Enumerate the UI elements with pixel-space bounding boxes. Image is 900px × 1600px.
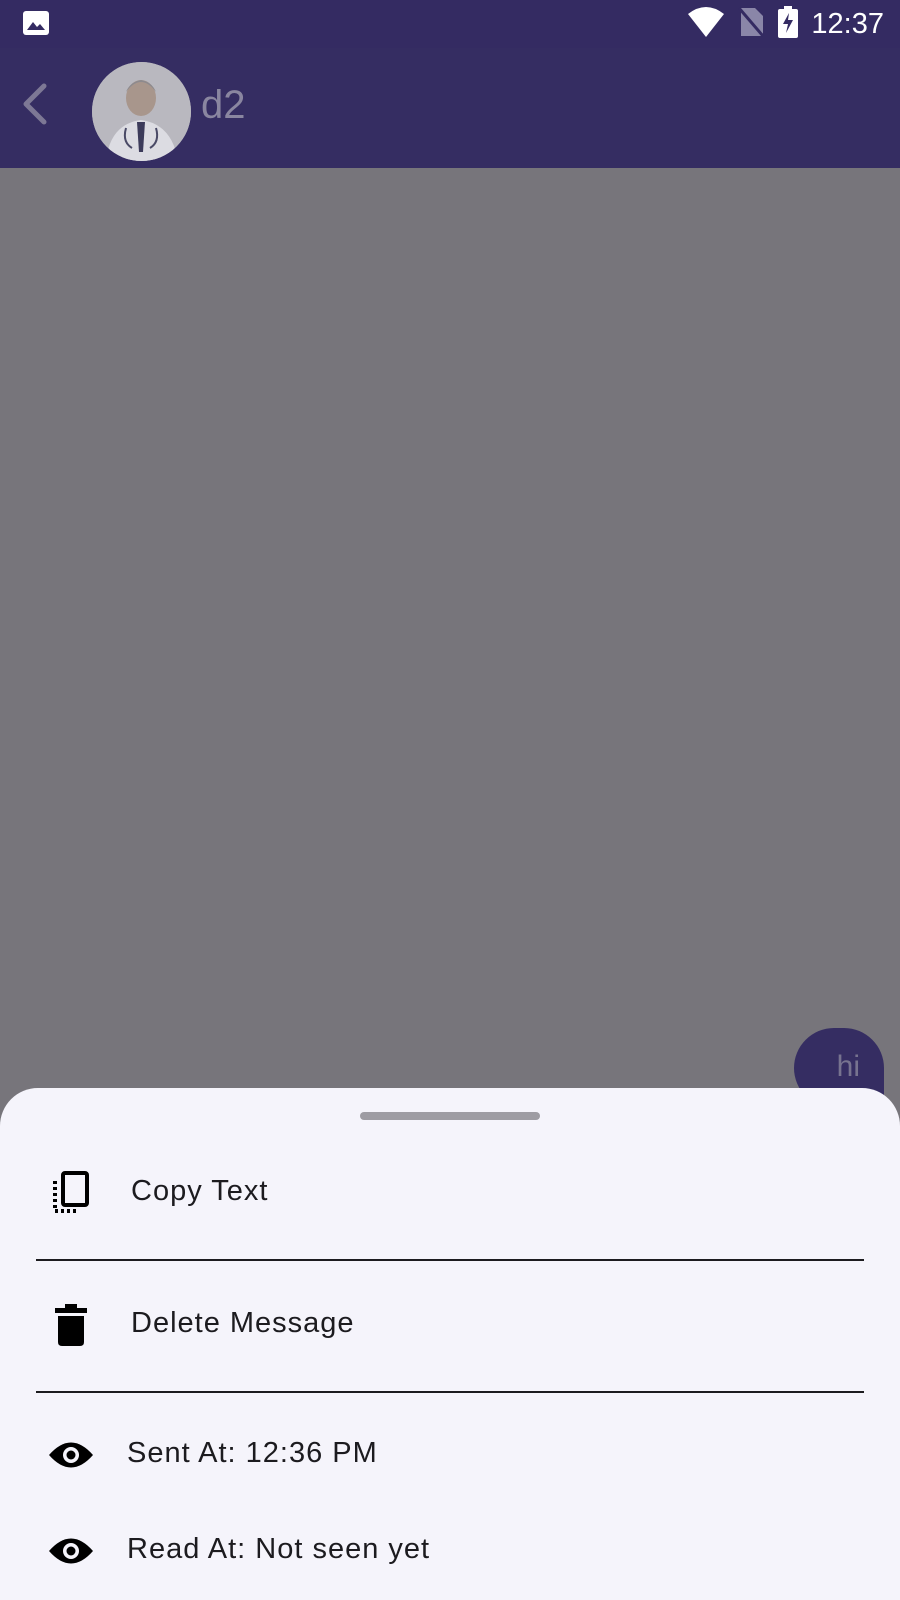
app-bar: d2	[0, 48, 900, 168]
eye-icon	[46, 1526, 96, 1576]
copy-text-action[interactable]: Copy Text	[0, 1148, 900, 1238]
trash-icon	[46, 1300, 96, 1350]
copy-text-label: Copy Text	[131, 1175, 269, 1207]
delete-message-action[interactable]: Delete Message	[0, 1280, 900, 1370]
no-sim-icon	[737, 6, 765, 43]
eye-icon	[46, 1430, 96, 1480]
chat-area: hi	[0, 168, 900, 1108]
status-bar: 12:37	[0, 0, 900, 48]
battery-charging-icon	[777, 5, 799, 43]
copy-icon	[46, 1168, 96, 1218]
read-at-info: Read At: Not seen yet	[0, 1506, 900, 1596]
divider	[36, 1391, 864, 1393]
back-button[interactable]	[12, 80, 58, 132]
avatar[interactable]	[92, 62, 191, 161]
wifi-icon	[687, 6, 725, 43]
sent-at-info: Sent At: 12:36 PM	[0, 1410, 900, 1500]
drag-handle[interactable]	[360, 1112, 540, 1120]
contact-name[interactable]: d2	[201, 83, 246, 128]
divider	[36, 1259, 864, 1261]
message-text: hi	[836, 1050, 860, 1083]
image-notification-icon	[22, 10, 50, 36]
read-at-label: Read At: Not seen yet	[127, 1533, 431, 1565]
chevron-left-icon	[20, 82, 50, 131]
delete-message-label: Delete Message	[131, 1307, 355, 1339]
message-options-sheet: Copy Text Delete Message Sent At: 12:36 …	[0, 1088, 900, 1600]
sent-at-label: Sent At: 12:36 PM	[127, 1437, 378, 1469]
status-clock: 12:37	[811, 7, 884, 40]
